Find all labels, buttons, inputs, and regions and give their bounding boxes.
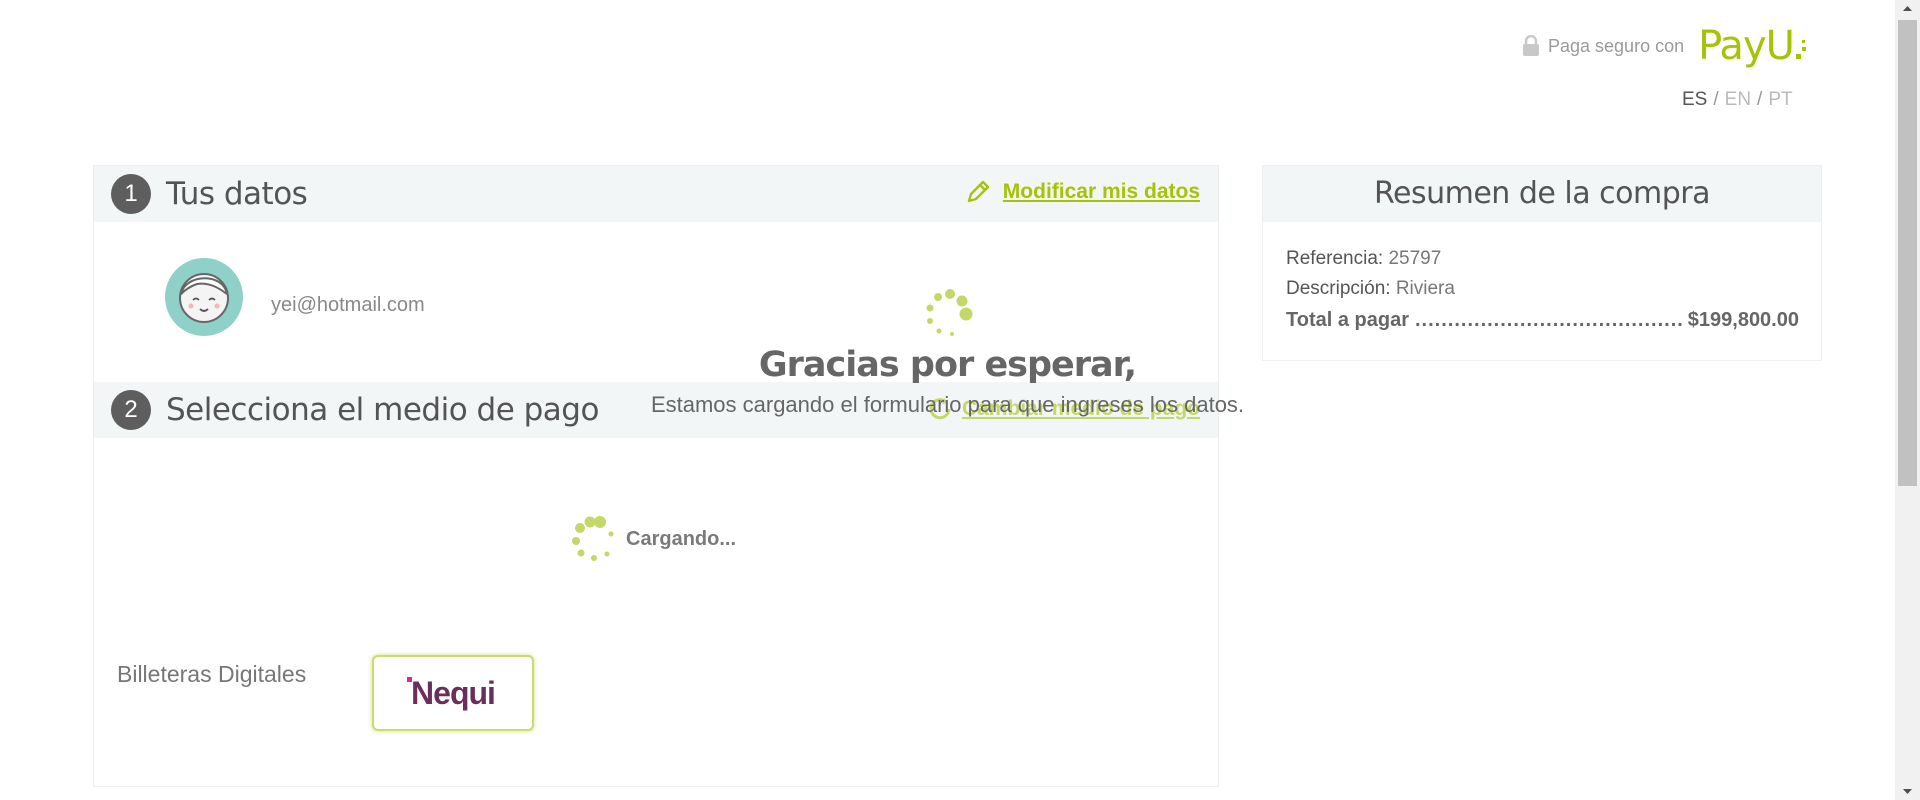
lang-separator: / — [1713, 89, 1719, 110]
description-label: Descripción: — [1286, 278, 1391, 299]
payment-loading: Cargando... — [570, 514, 736, 564]
lang-es[interactable]: ES — [1682, 89, 1707, 110]
payu-logo: PayU — [1698, 26, 1808, 66]
scrollbar-thumb[interactable] — [1898, 20, 1917, 486]
total-label: Total a pagar — [1286, 309, 1409, 331]
checkout-panel: 1 Tus datos Modificar mis datos yei@hotm… — [93, 165, 1219, 787]
secure-text: Paga seguro con — [1548, 35, 1685, 56]
section-your-data-title: Tus datos — [166, 176, 308, 212]
total-row: Total a pagar ..........................… — [1286, 309, 1799, 332]
total-value: $199,800.00 — [1687, 309, 1799, 331]
language-selector: ES / EN / PT — [1682, 89, 1793, 111]
overlay-subtitle: Estamos cargando el formulario para que … — [650, 392, 1245, 417]
lang-en[interactable]: EN — [1725, 89, 1751, 110]
scroll-down-arrow-icon[interactable] — [1895, 783, 1920, 800]
summary-title: Resumen de la compra — [1263, 166, 1821, 222]
reference-row: Referencia: 25797 — [1286, 248, 1441, 270]
user-email: yei@hotmail.com — [271, 294, 425, 316]
loading-spinner-icon — [572, 516, 614, 561]
lang-separator: / — [1757, 89, 1763, 110]
nequi-dot-icon — [407, 676, 413, 682]
vertical-scrollbar[interactable] — [1895, 0, 1920, 800]
nequi-option[interactable]: Nequi — [372, 655, 534, 731]
lang-pt[interactable]: PT — [1768, 89, 1792, 110]
scroll-up-arrow-icon[interactable] — [1895, 0, 1920, 17]
digital-wallets-label: Billeteras Digitales — [117, 661, 307, 687]
edit-data-link[interactable]: Modificar mis datos — [965, 179, 1200, 205]
brand-name: PayU — [1698, 23, 1795, 69]
user-avatar-icon — [179, 273, 229, 323]
description-row: Descripción: Riviera — [1286, 278, 1455, 300]
loading-text: Cargando... — [626, 527, 737, 550]
lock-icon — [1523, 35, 1539, 56]
nequi-label: Nequi — [411, 674, 496, 711]
pencil-icon — [967, 180, 989, 203]
reference-label: Referencia: — [1286, 248, 1384, 269]
total-leader-dots: ........................................… — [1415, 309, 1682, 331]
secure-payment-banner: Paga seguro con PayU — [1522, 26, 1808, 66]
payu-dots-icon — [1794, 40, 1808, 66]
nequi-logo: Nequi — [407, 674, 496, 712]
edit-data-label: Modificar mis datos — [1002, 180, 1200, 203]
purchase-summary: Resumen de la compra Referencia: 25797 D… — [1262, 165, 1822, 361]
section-your-data-header: 1 Tus datos Modificar mis datos — [94, 166, 1218, 222]
reference-value: 25797 — [1388, 248, 1442, 269]
description-value: Riviera — [1395, 278, 1455, 299]
loading-spinner-icon — [926, 289, 973, 336]
step-number-1: 1 — [111, 174, 151, 214]
overlay-spinner — [920, 288, 976, 349]
avatar — [165, 258, 243, 336]
